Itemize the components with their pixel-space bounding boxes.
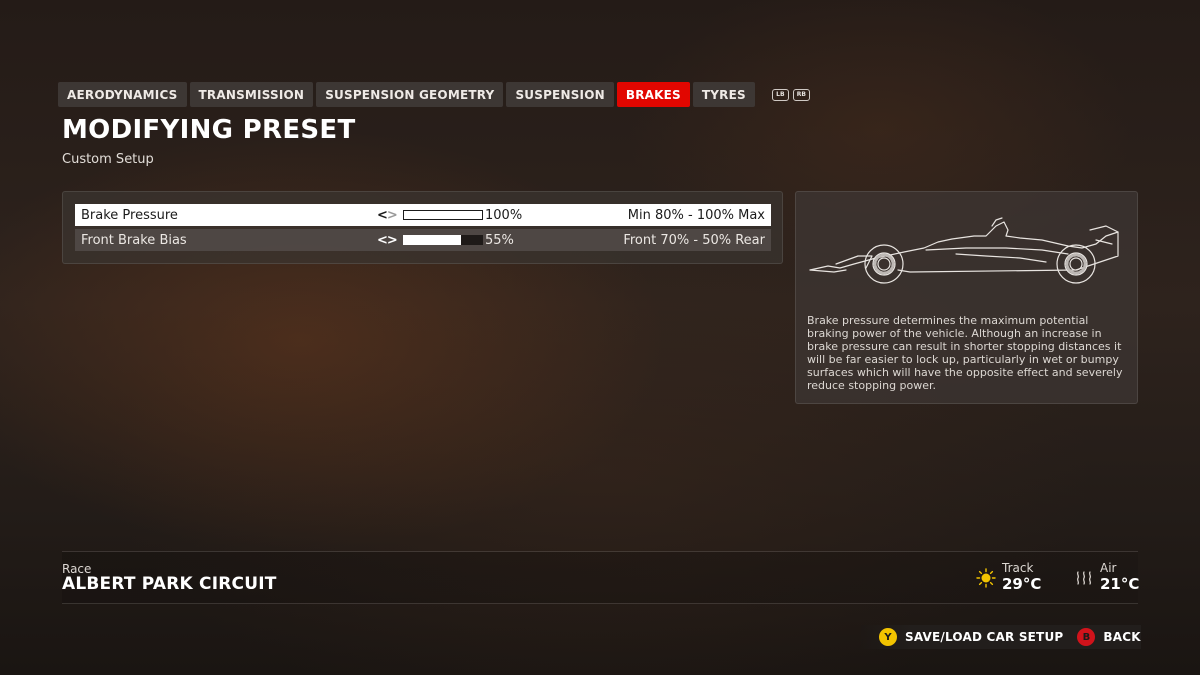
tab-tyres[interactable]: TYRES bbox=[692, 82, 755, 107]
setting-description: Brake pressure determines the maximum po… bbox=[807, 314, 1123, 392]
settings-panel: Brake Pressure <> 100% Min 80% - 100% Ma… bbox=[62, 191, 783, 264]
setting-row-brake-pressure[interactable]: Brake Pressure <> 100% Min 80% - 100% Ma… bbox=[75, 204, 771, 226]
setting-range: Front 70% - 50% Rear bbox=[623, 232, 765, 248]
bumper-hints: LB RB bbox=[771, 88, 810, 101]
arrow-right-icon[interactable]: > bbox=[387, 208, 398, 223]
setting-value: 100% bbox=[485, 207, 523, 223]
car-side-view-icon bbox=[809, 217, 1119, 284]
sun-icon bbox=[976, 568, 996, 588]
value-bar-fill bbox=[403, 235, 461, 245]
footer-controls: Y SAVE/LOAD CAR SETUP B BACK bbox=[861, 625, 1141, 649]
track-label: Track bbox=[1002, 561, 1034, 575]
air-value: 21°C bbox=[1100, 575, 1140, 593]
setting-range: Min 80% - 100% Max bbox=[627, 207, 765, 223]
setting-label: Brake Pressure bbox=[81, 207, 178, 223]
track-value: 29°C bbox=[1002, 575, 1042, 593]
setup-category-tabs: AERODYNAMICS TRANSMISSION SUSPENSION GEO… bbox=[58, 82, 810, 107]
b-button-icon: B bbox=[1077, 628, 1096, 646]
page-title: MODIFYING PRESET bbox=[62, 115, 356, 145]
heat-waves-icon bbox=[1076, 571, 1092, 585]
tab-suspension[interactable]: SUSPENSION bbox=[506, 82, 614, 107]
rb-bumper-icon[interactable]: RB bbox=[792, 88, 810, 101]
info-panel: Brake pressure determines the maximum po… bbox=[795, 191, 1138, 404]
tab-transmission[interactable]: TRANSMISSION bbox=[189, 82, 314, 107]
arrow-left-icon[interactable]: < bbox=[377, 233, 388, 248]
circuit-name: ALBERT PARK CIRCUIT bbox=[62, 574, 277, 594]
save-load-setup-button[interactable]: Y SAVE/LOAD CAR SETUP bbox=[879, 628, 1063, 646]
back-button[interactable]: B BACK bbox=[1077, 628, 1141, 646]
setting-row-front-brake-bias[interactable]: Front Brake Bias <> 55% Front 70% - 50% … bbox=[75, 229, 771, 251]
value-bar bbox=[403, 210, 483, 220]
value-stepper[interactable]: <> bbox=[377, 233, 398, 248]
divider bbox=[62, 603, 1138, 604]
setting-label: Front Brake Bias bbox=[81, 232, 187, 248]
page-subtitle: Custom Setup bbox=[62, 152, 154, 167]
arrow-left-icon[interactable]: < bbox=[377, 208, 388, 223]
value-stepper[interactable]: <> bbox=[377, 208, 398, 223]
tab-suspension-geometry[interactable]: SUSPENSION GEOMETRY bbox=[316, 82, 504, 107]
back-label: BACK bbox=[1103, 630, 1141, 644]
air-label: Air bbox=[1100, 561, 1117, 575]
save-load-label: SAVE/LOAD CAR SETUP bbox=[905, 630, 1064, 644]
value-bar-fill bbox=[404, 211, 482, 219]
lb-bumper-icon[interactable]: LB bbox=[771, 88, 789, 101]
y-button-icon: Y bbox=[879, 628, 897, 646]
value-bar bbox=[403, 235, 483, 245]
setting-value: 55% bbox=[485, 232, 514, 248]
tab-brakes[interactable]: BRAKES bbox=[616, 82, 690, 107]
tab-aerodynamics[interactable]: AERODYNAMICS bbox=[58, 82, 187, 107]
track-temperature: Track 29°C bbox=[976, 562, 1041, 593]
air-temperature: Air 21°C bbox=[1074, 562, 1139, 593]
arrow-right-icon[interactable]: > bbox=[387, 233, 398, 248]
